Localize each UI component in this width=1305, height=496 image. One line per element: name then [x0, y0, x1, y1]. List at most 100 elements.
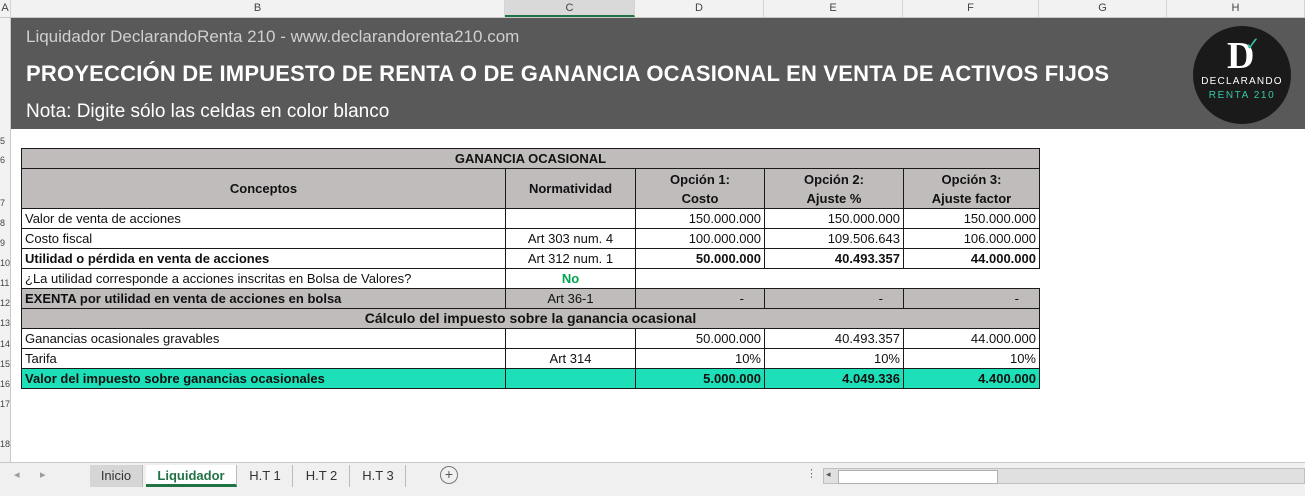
cell-concept[interactable]: Valor del impuesto sobre ganancias ocasi… — [21, 368, 506, 389]
header-opcion-2-line1: Opción 2: — [804, 171, 864, 187]
cell-concept[interactable]: Valor de venta de acciones — [21, 208, 506, 229]
row-header-bar: 5 6 7 8 9 10 11 12 13 14 15 16 17 18 — [0, 18, 11, 462]
section-title-calculo[interactable]: Cálculo del impuesto sobre la ganancia o… — [21, 308, 1040, 329]
cell-concept[interactable]: Tarifa — [21, 348, 506, 369]
row-header[interactable]: 17 — [0, 399, 10, 409]
table-row: Ganancias ocasionales gravables 50.000.0… — [21, 328, 1040, 349]
sheet-tab-inicio[interactable]: Inicio — [90, 465, 143, 487]
sheet-tab-liquidador[interactable]: Liquidador — [146, 465, 237, 487]
cell-value-opcion-3[interactable]: 44.000.000 — [903, 248, 1040, 269]
header-opcion-1-line1: Opción 1: — [670, 171, 730, 187]
check-icon: ✓ — [1245, 34, 1261, 54]
cell-value-opcion-1[interactable]: 150.000.000 — [635, 208, 765, 229]
cell-norm[interactable]: Art 303 num. 4 — [505, 228, 636, 249]
cell-value-opcion-3[interactable]: 10% — [903, 348, 1040, 369]
cell-value-opcion-1[interactable]: 10% — [635, 348, 765, 369]
cell-norm[interactable]: Art 36-1 — [505, 288, 636, 309]
column-header-H[interactable]: H — [1167, 0, 1305, 17]
cell-value-opcion-2[interactable]: 40.493.357 — [764, 248, 904, 269]
cell-value-opcion-3[interactable]: 106.000.000 — [903, 228, 1040, 249]
row-header[interactable]: 12 — [0, 298, 10, 308]
row-header[interactable]: 5 — [0, 136, 10, 146]
cell-norm[interactable]: Art 312 num. 1 — [505, 248, 636, 269]
column-header-F[interactable]: F — [903, 0, 1039, 17]
header-opcion-3[interactable]: Opción 3: Ajuste factor — [903, 168, 1040, 209]
more-options-icon[interactable]: ⋮ — [806, 467, 817, 480]
row-header[interactable]: 7 — [0, 198, 10, 208]
page-title: PROYECCIÓN DE IMPUESTO DE RENTA O DE GAN… — [26, 61, 1110, 86]
bolsa-valores-input[interactable]: No — [505, 268, 636, 289]
banner-subtitle: Liquidador DeclarandoRenta 210 - www.dec… — [26, 27, 520, 46]
scroll-left-arrow-icon[interactable]: ◂ — [826, 469, 831, 480]
row-header[interactable]: 13 — [0, 318, 10, 328]
ganancia-ocasional-table: GANANCIA OCASIONAL Conceptos Normativida… — [21, 148, 1040, 389]
header-opcion-3-line2: Ajuste factor — [931, 190, 1012, 206]
column-header-A[interactable]: A — [0, 0, 11, 17]
header-opcion-1-line2: Costo — [681, 190, 719, 206]
row-header[interactable]: 11 — [0, 278, 10, 288]
cell-value-opcion-2[interactable]: 10% — [764, 348, 904, 369]
cell-norm[interactable] — [505, 328, 636, 349]
cell-value-opcion-2[interactable]: 40.493.357 — [764, 328, 904, 349]
column-header-C[interactable]: C — [505, 0, 635, 17]
table-row: Valor del impuesto sobre ganancias ocasi… — [21, 368, 1040, 389]
tab-scroll-right-icon[interactable]: ▸ — [40, 468, 46, 481]
cell-concept[interactable]: Utilidad o pérdida en venta de acciones — [21, 248, 506, 269]
header-opcion-3-line1: Opción 3: — [941, 171, 1002, 187]
column-header-D[interactable]: D — [635, 0, 764, 17]
cell-norm[interactable] — [505, 208, 636, 229]
cell-value-opcion-3[interactable]: 150.000.000 — [903, 208, 1040, 229]
cell-norm[interactable]: Art 314 — [505, 348, 636, 369]
sheet-tab-ht1[interactable]: H.T 1 — [238, 465, 293, 487]
cell-concept[interactable]: EXENTA por utilidad en venta de acciones… — [21, 288, 506, 309]
cell-value-opcion-3[interactable]: - — [903, 288, 1040, 309]
row-header[interactable]: 6 — [0, 155, 10, 165]
row-header[interactable]: 10 — [0, 258, 10, 268]
sheet-tab-ht3[interactable]: H.T 3 — [351, 465, 406, 487]
cell-concept[interactable]: Ganancias ocasionales gravables — [21, 328, 506, 349]
add-sheet-icon[interactable]: + — [440, 466, 458, 484]
table-row: Tarifa Art 314 10% 10% 10% — [21, 348, 1040, 369]
empty-cell — [635, 268, 1040, 289]
header-normatividad[interactable]: Normatividad — [505, 168, 636, 209]
sheet-tab-ht2[interactable]: H.T 2 — [294, 465, 350, 487]
header-opcion-2-line2: Ajuste % — [806, 190, 862, 206]
table-row: Cálculo del impuesto sobre la ganancia o… — [21, 308, 1040, 329]
cell-concept[interactable]: ¿La utilidad corresponde a acciones insc… — [21, 268, 506, 289]
column-header-B[interactable]: B — [11, 0, 505, 17]
header-opcion-1[interactable]: Opción 1: Costo — [635, 168, 765, 209]
cell-value-opcion-1[interactable]: 100.000.000 — [635, 228, 765, 249]
cell-norm[interactable] — [505, 368, 636, 389]
cell-value-opcion-3[interactable]: 4.400.000 — [903, 368, 1040, 389]
header-conceptos[interactable]: Conceptos — [21, 168, 506, 209]
row-header[interactable]: 8 — [0, 218, 10, 228]
cell-value-opcion-2[interactable]: - — [764, 288, 904, 309]
cell-value-opcion-3[interactable]: 44.000.000 — [903, 328, 1040, 349]
table-row: Utilidad o pérdida en venta de acciones … — [21, 248, 1040, 269]
row-header[interactable]: 18 — [0, 439, 10, 449]
cell-value-opcion-1[interactable]: 5.000.000 — [635, 368, 765, 389]
table-header-row: Conceptos Normatividad Opción 1: Costo Op… — [21, 168, 1040, 209]
cell-value-opcion-1[interactable]: 50.000.000 — [635, 248, 765, 269]
row-header[interactable]: 15 — [0, 359, 10, 369]
row-header[interactable]: 9 — [0, 238, 10, 248]
table-row: Valor de venta de acciones 150.000.000 1… — [21, 208, 1040, 229]
row-header[interactable]: 14 — [0, 339, 10, 349]
table-row: ¿La utilidad corresponde a acciones insc… — [21, 268, 1040, 289]
column-header-bar: A B C D E F G H — [0, 0, 1305, 18]
scrollbar-thumb[interactable] — [838, 470, 998, 484]
tab-scroll-left-icon[interactable]: ◂ — [14, 468, 20, 481]
cell-value-opcion-2[interactable]: 109.506.643 — [764, 228, 904, 249]
header-opcion-2[interactable]: Opción 2: Ajuste % — [764, 168, 904, 209]
horizontal-scrollbar[interactable]: ◂ — [823, 468, 1305, 484]
column-header-G[interactable]: G — [1039, 0, 1167, 17]
cell-value-opcion-1[interactable]: - — [635, 288, 765, 309]
cell-concept[interactable]: Costo fiscal — [21, 228, 506, 249]
section-title-ganancia-ocasional[interactable]: GANANCIA OCASIONAL — [21, 148, 1040, 169]
cell-value-opcion-2[interactable]: 150.000.000 — [764, 208, 904, 229]
row-header[interactable]: 16 — [0, 379, 10, 389]
column-header-E[interactable]: E — [764, 0, 903, 17]
table-row: GANANCIA OCASIONAL — [21, 148, 1040, 169]
cell-value-opcion-2[interactable]: 4.049.336 — [764, 368, 904, 389]
cell-value-opcion-1[interactable]: 50.000.000 — [635, 328, 765, 349]
